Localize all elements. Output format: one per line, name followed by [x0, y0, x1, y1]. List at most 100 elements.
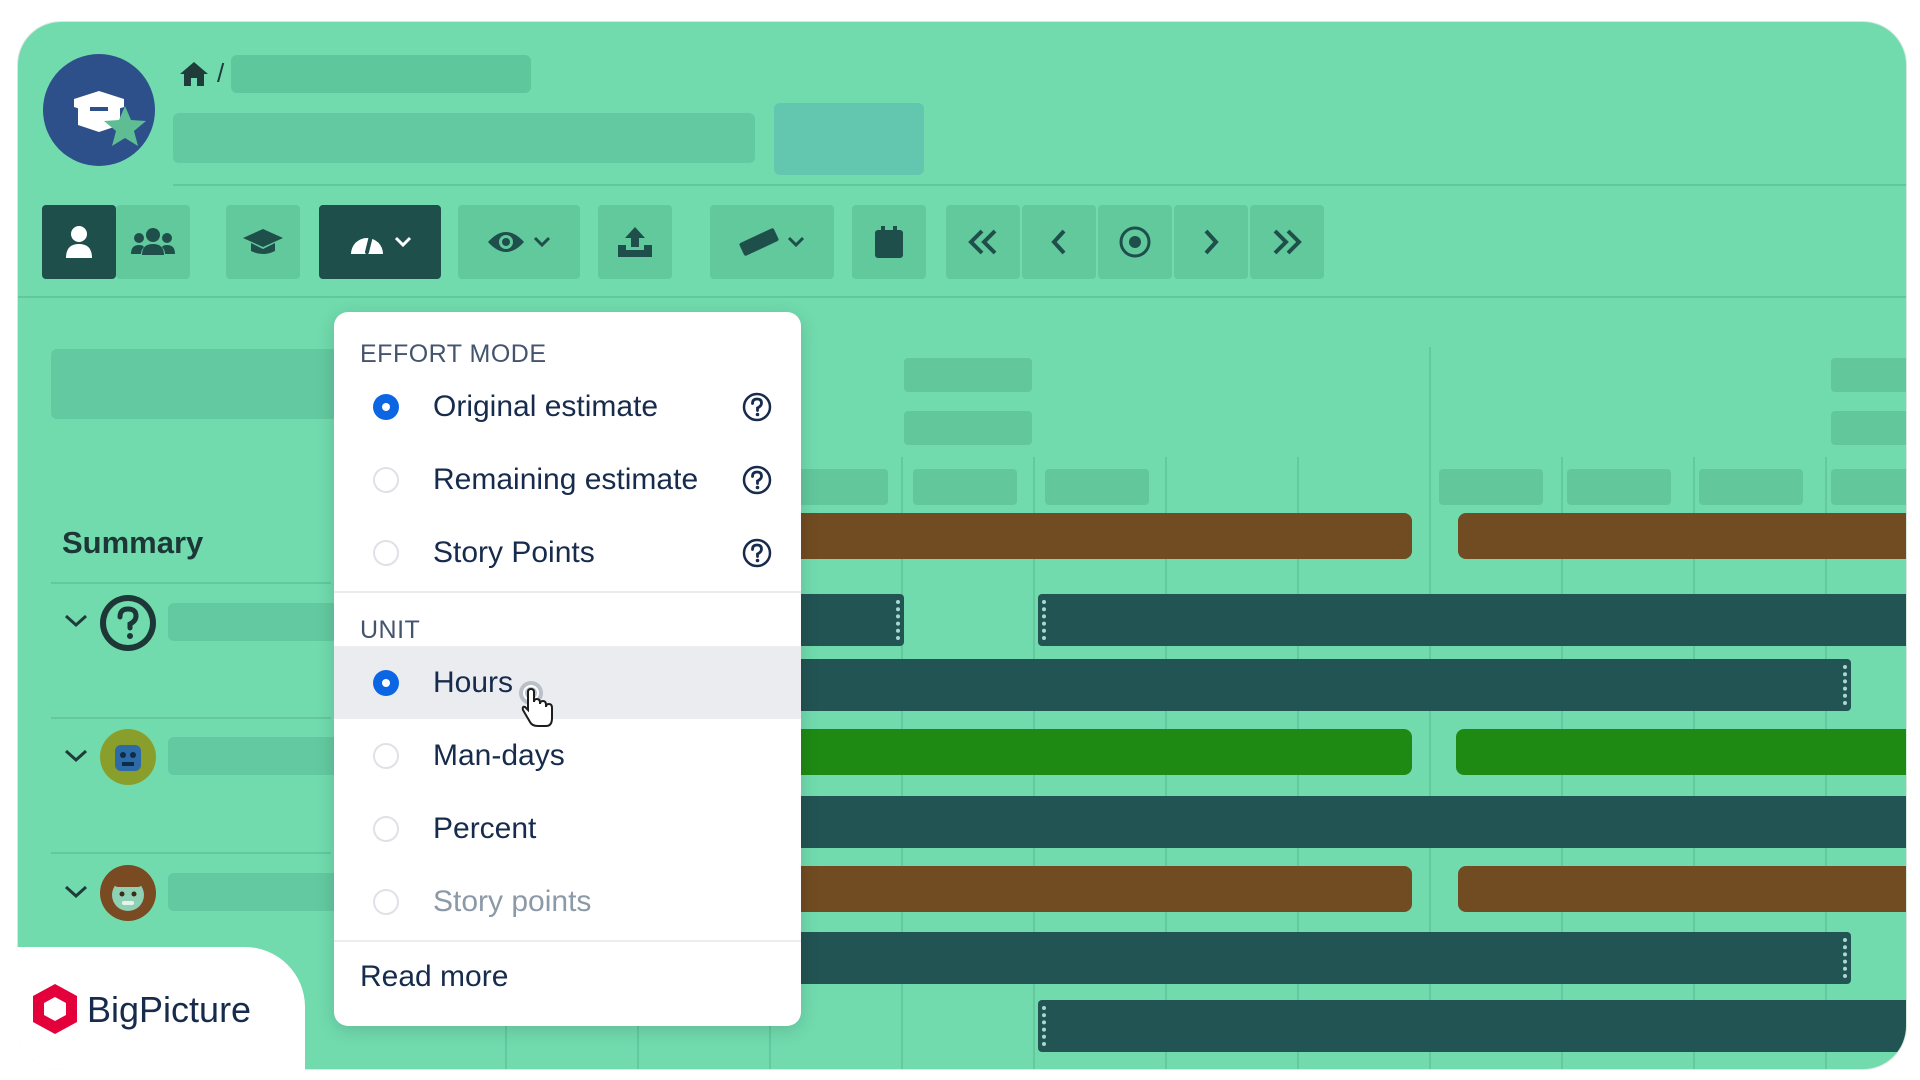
menu-item-original-estimate[interactable]: Original estimate — [334, 370, 801, 443]
summary-bar[interactable] — [1458, 513, 1906, 559]
page-title-placeholder — [173, 113, 755, 163]
chevron-down-icon — [394, 236, 412, 248]
timeline-header-cell — [1831, 411, 1906, 445]
header-action-placeholder[interactable] — [774, 103, 924, 175]
menu-divider — [334, 940, 801, 942]
gauge-icon — [351, 234, 383, 254]
radio-button[interactable] — [373, 742, 399, 769]
timeline-header-cell — [904, 358, 1032, 392]
effort-mode-menu: EFFORT MODE Original estimate Remaining … — [334, 312, 801, 1026]
menu-divider — [334, 591, 801, 593]
next-button[interactable] — [1174, 205, 1248, 279]
target-icon — [1119, 226, 1151, 258]
resize-handle[interactable] — [1843, 938, 1847, 978]
chevron-down-icon — [787, 236, 805, 248]
menu-item-label: Hours — [433, 665, 514, 699]
avatar-user-2 — [100, 865, 156, 921]
help-icon[interactable] — [741, 464, 773, 496]
resize-handle[interactable] — [1042, 1006, 1046, 1046]
brand-name: BigPicture — [87, 989, 252, 1030]
view-options-dropdown-button[interactable] — [458, 205, 580, 279]
chevron-left-icon — [1051, 229, 1066, 255]
home-icon[interactable] — [178, 60, 210, 88]
task-bar[interactable] — [758, 796, 1906, 848]
jump-forward-button[interactable] — [1250, 205, 1324, 279]
calendar-button[interactable] — [852, 205, 926, 279]
jump-back-button[interactable] — [946, 205, 1020, 279]
ruler-icon — [739, 228, 779, 256]
timeline-header-cell — [904, 411, 1032, 445]
task-bar[interactable] — [1038, 1000, 1906, 1052]
row-divider — [51, 582, 331, 584]
menu-item-label: Remaining estimate — [433, 462, 699, 496]
effort-mode-dropdown-button[interactable] — [319, 205, 441, 279]
menu-item-story-points[interactable]: Story Points — [334, 516, 801, 589]
summary-bar[interactable] — [758, 866, 1412, 912]
menu-item-label: Percent — [433, 811, 537, 845]
radio-button[interactable] — [373, 539, 399, 566]
avatar-user-1 — [100, 729, 156, 785]
timeline-day-cell — [913, 469, 1017, 505]
chevron-down-icon[interactable] — [63, 613, 89, 629]
summary-bar[interactable] — [1458, 866, 1906, 912]
mask-avatar-icon — [115, 745, 141, 771]
task-bar[interactable] — [758, 932, 1851, 984]
question-icon — [106, 601, 150, 645]
chevron-down-icon[interactable] — [63, 884, 89, 900]
row-name-placeholder — [168, 603, 338, 641]
menu-item-remaining-estimate[interactable]: Remaining estimate — [334, 443, 801, 516]
task-bar[interactable] — [1038, 594, 1906, 646]
radio-button[interactable] — [373, 815, 399, 842]
double-chevron-left-icon — [968, 229, 997, 255]
help-icon[interactable] — [741, 537, 773, 569]
menu-item-label: Man-days — [433, 738, 565, 772]
menu-item-hours[interactable]: Hours — [334, 646, 801, 719]
timeline-day-cell — [1439, 469, 1543, 505]
timeline-day-cell — [1699, 469, 1803, 505]
toolbar-divider — [18, 296, 1906, 298]
header-divider — [173, 184, 1906, 186]
timeline-day-cell — [1567, 469, 1671, 505]
chevron-down-icon — [533, 236, 551, 248]
double-chevron-right-icon — [1273, 229, 1302, 255]
filter-placeholder — [51, 349, 351, 419]
breadcrumb-placeholder[interactable] — [231, 55, 531, 93]
brand-badge: BigPicture — [17, 947, 305, 1070]
face-avatar-icon — [112, 879, 144, 911]
app-frame: / Summary EFFORT MODE Original estimate … — [17, 21, 1907, 1070]
team-icon — [131, 228, 175, 255]
menu-item-percent[interactable]: Percent — [334, 792, 801, 865]
resize-handle[interactable] — [1843, 665, 1847, 705]
summary-heading: Summary — [62, 525, 204, 560]
chevron-down-icon[interactable] — [63, 748, 89, 764]
previous-button[interactable] — [1022, 205, 1096, 279]
star-icon[interactable] — [103, 104, 147, 148]
timeline-day-cell — [1831, 469, 1906, 505]
chevron-right-icon — [1204, 229, 1219, 255]
summary-bar[interactable] — [1456, 729, 1906, 775]
help-icon[interactable] — [741, 391, 773, 423]
task-bar[interactable] — [758, 659, 1851, 711]
summary-bar[interactable] — [758, 729, 1412, 775]
export-button[interactable] — [598, 205, 672, 279]
skills-button[interactable] — [226, 205, 300, 279]
avatar-unassigned — [100, 595, 156, 651]
radio-button[interactable] — [373, 669, 399, 696]
menu-item-man-days[interactable]: Man-days — [334, 719, 801, 792]
resize-handle[interactable] — [1042, 600, 1046, 640]
timeline-header-cell — [1831, 358, 1906, 392]
summary-bar[interactable] — [758, 513, 1412, 559]
radio-button[interactable] — [373, 466, 399, 493]
single-user-view-button[interactable] — [42, 205, 116, 279]
radio-button[interactable] — [373, 393, 399, 420]
resize-handle[interactable] — [896, 600, 900, 640]
breadcrumb-separator: / — [217, 58, 225, 88]
read-more-link[interactable]: Read more — [360, 960, 508, 994]
calendar-icon — [875, 226, 903, 258]
single-user-icon — [66, 226, 92, 258]
team-view-button[interactable] — [116, 205, 190, 279]
today-button[interactable] — [1098, 205, 1172, 279]
pointer-cursor-icon — [519, 681, 553, 727]
scale-dropdown-button[interactable] — [710, 205, 834, 279]
row-name-placeholder — [168, 873, 338, 911]
